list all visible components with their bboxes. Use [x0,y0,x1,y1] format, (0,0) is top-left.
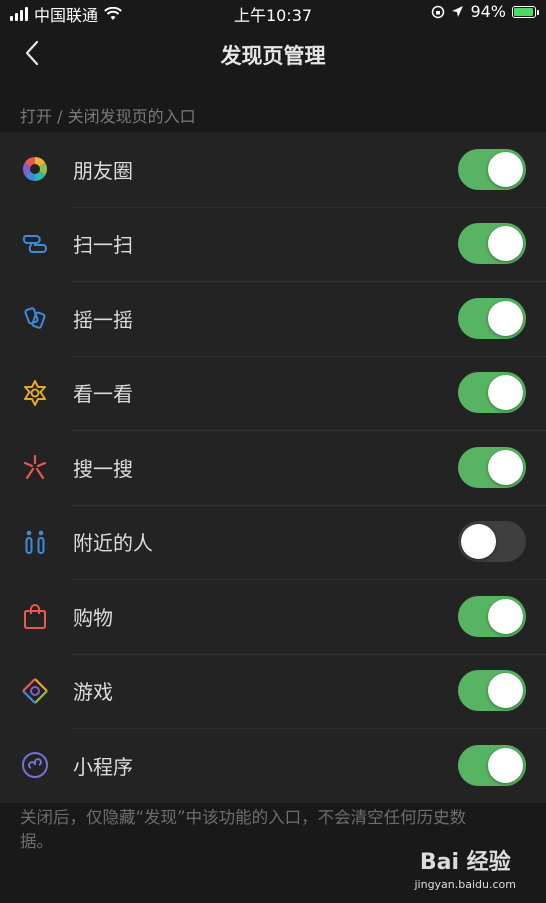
list-item-label: 游戏 [73,680,113,705]
toggle-knob [488,449,523,485]
toggle-top-stories[interactable] [458,372,526,414]
list-item: 搜一搜 [0,430,546,505]
discover-entries-list: 朋友圈 扫一扫 摇一摇 看一看 搜一搜 附近的人 购物 游戏 小程序 [0,132,546,803]
toggle-people-nearby[interactable] [458,521,526,563]
watermark: Bai 经验 jingyan.baidu.com [414,844,516,891]
status-bar-right: 94% [431,2,539,21]
shake-icon [21,304,49,332]
nav-bar: 发现页管理 [0,24,546,86]
list-item: 朋友圈 [0,132,546,207]
list-item: 游戏 [0,653,546,729]
list-item-label: 扫一扫 [73,233,133,258]
battery-icon [512,5,539,18]
list-item: 扫一扫 [0,206,546,282]
people-nearby-icon [21,528,49,556]
toggle-scan[interactable] [458,223,526,265]
list-item: 看一看 [0,355,546,431]
battery-percent: 94% [470,2,506,21]
toggle-knob [488,598,523,634]
list-item-label: 摇一摇 [73,307,133,332]
toggle-shake[interactable] [458,297,526,339]
status-bar: 中国联通 上午10:37 94% [0,0,546,25]
list-item: 购物 [0,579,546,654]
toggle-knob [488,226,523,262]
toggle-shopping[interactable] [458,595,526,637]
list-item-label: 朋友圈 [73,158,133,183]
section-header: 打开 / 关闭发现页的入口 [20,107,196,126]
rotation-lock-icon [432,5,445,18]
toggle-knob [488,151,523,187]
toggle-games[interactable] [458,670,526,712]
watermark-url: jingyan.baidu.com [414,878,516,891]
baidu-jingyan-logo: Bai 经验 [414,844,516,876]
toggle-moments[interactable] [458,148,526,190]
list-item-label: 附近的人 [73,531,153,556]
games-icon [21,677,49,705]
list-item: 附近的人 [0,504,546,580]
top-stories-icon [21,379,49,407]
list-item-label: 购物 [73,605,113,630]
list-item-label: 搜一搜 [73,456,133,481]
toggle-knob [488,300,523,336]
list-item: 小程序 [0,728,546,803]
search-icon [21,453,49,481]
list-item-label: 看一看 [73,382,133,407]
toggle-knob [488,673,523,709]
list-item-label: 小程序 [73,754,133,779]
toggle-search[interactable] [458,446,526,488]
toggle-knob [488,747,523,783]
moments-icon [21,155,49,183]
scan-icon [21,230,49,258]
page-title: 发现页管理 [220,44,326,68]
location-arrow-icon [452,6,464,17]
mini-programs-icon [21,751,49,779]
toggle-knob [461,524,496,560]
toggle-knob [488,375,523,411]
toggle-mini-programs[interactable] [458,744,526,786]
shopping-bag-icon [21,602,49,630]
list-item: 摇一摇 [0,281,546,356]
watermark-logo-text: Bai 经验 [419,850,511,875]
